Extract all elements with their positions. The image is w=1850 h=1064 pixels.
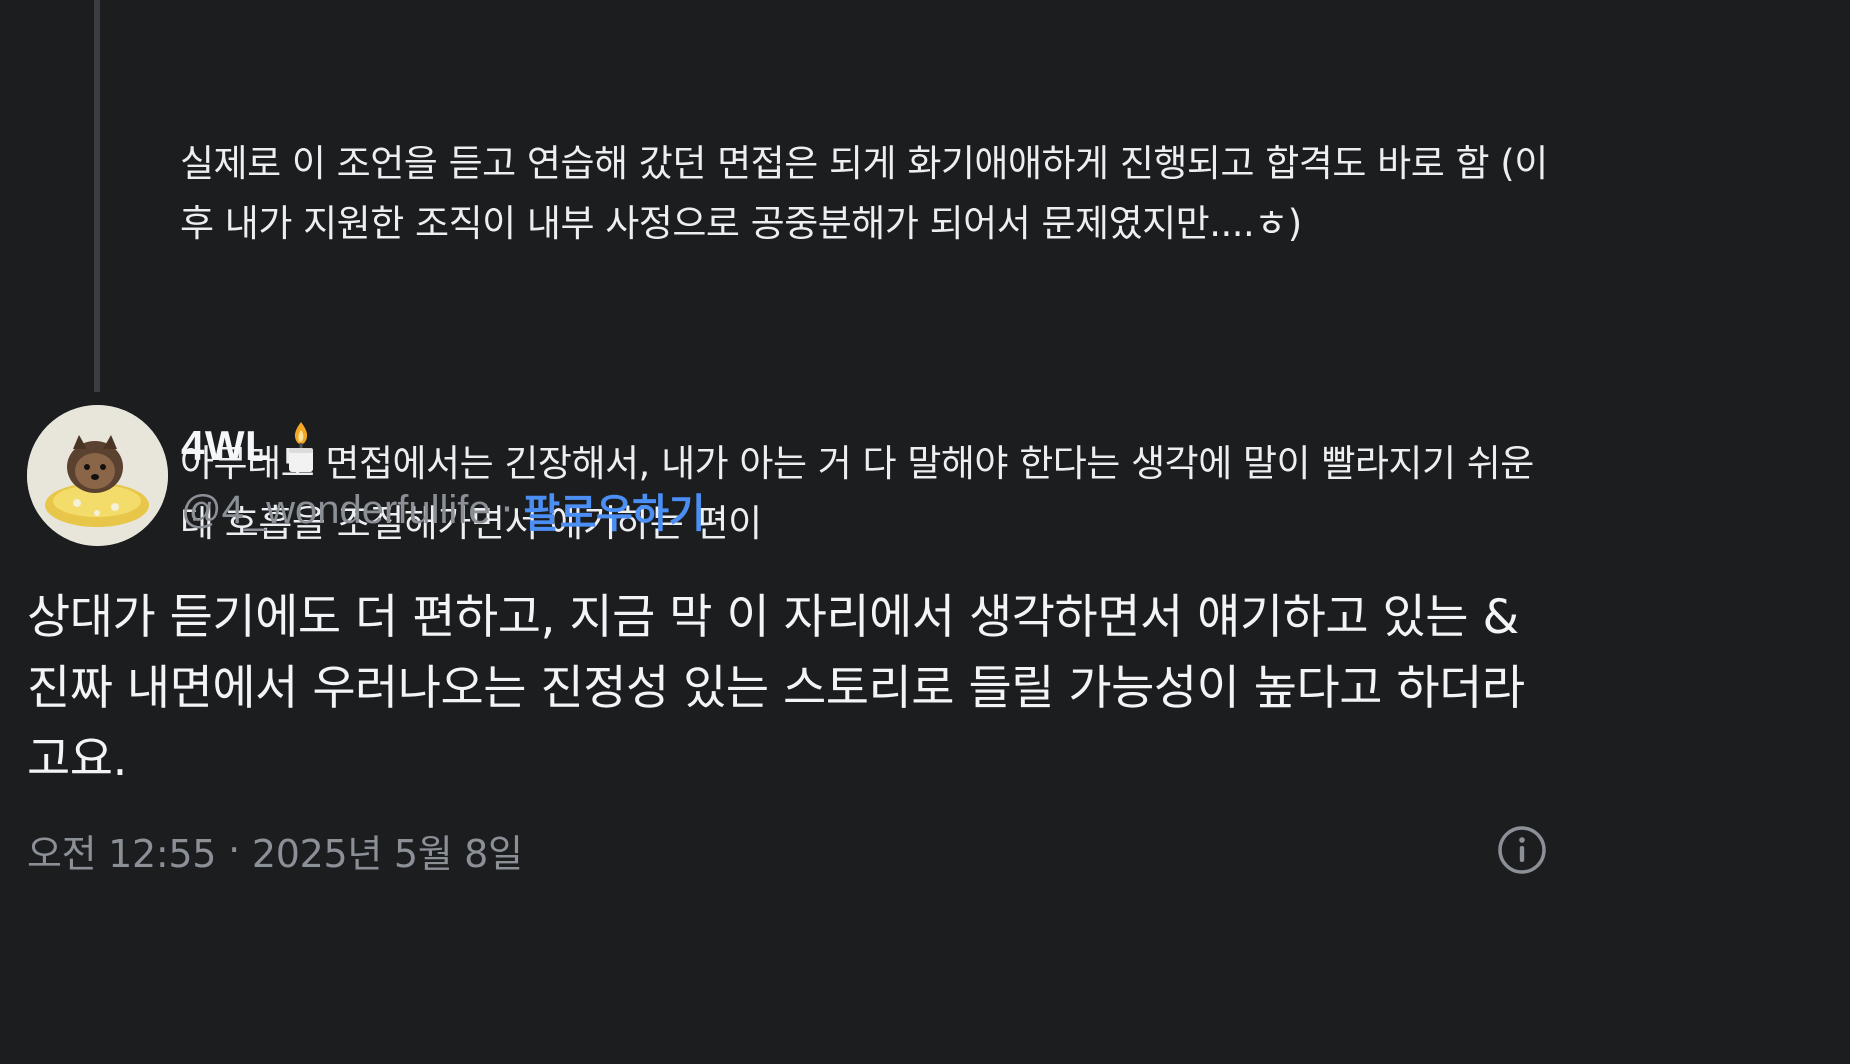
separator: · <box>228 828 240 872</box>
handle-row: @4_wonderfullife · 팔로우하기 <box>181 482 705 538</box>
candle-icon <box>283 418 319 474</box>
tweet-time[interactable]: 오전 12:55 <box>27 823 216 878</box>
user-handle[interactable]: @4_wonderfullife <box>181 488 491 533</box>
tweet-text: 상대가 듣기에도 더 편하고, 지금 막 이 자리에서 생각하면서 얘기하고 있… <box>27 590 1525 787</box>
previous-tweet-paragraph-1: 실제로 이 조언을 듣고 연습해 갔던 면접은 되게 화기애애하게 진행되고 합… <box>180 142 1548 245</box>
separator: · <box>500 487 514 533</box>
thread-connector-line <box>94 0 100 392</box>
display-name[interactable]: 4WL <box>181 422 271 470</box>
tweet-meta: 오전 12:55 · 2025년 5월 8일 <box>27 822 523 878</box>
follow-button[interactable]: 팔로우하기 <box>523 481 705 539</box>
avatar[interactable] <box>27 405 168 546</box>
pomeranian-avatar-icon <box>27 405 168 546</box>
author-name-row: 4WL <box>181 418 319 474</box>
info-icon[interactable] <box>1497 825 1547 875</box>
tweet-date[interactable]: 2025년 5월 8일 <box>252 823 523 878</box>
